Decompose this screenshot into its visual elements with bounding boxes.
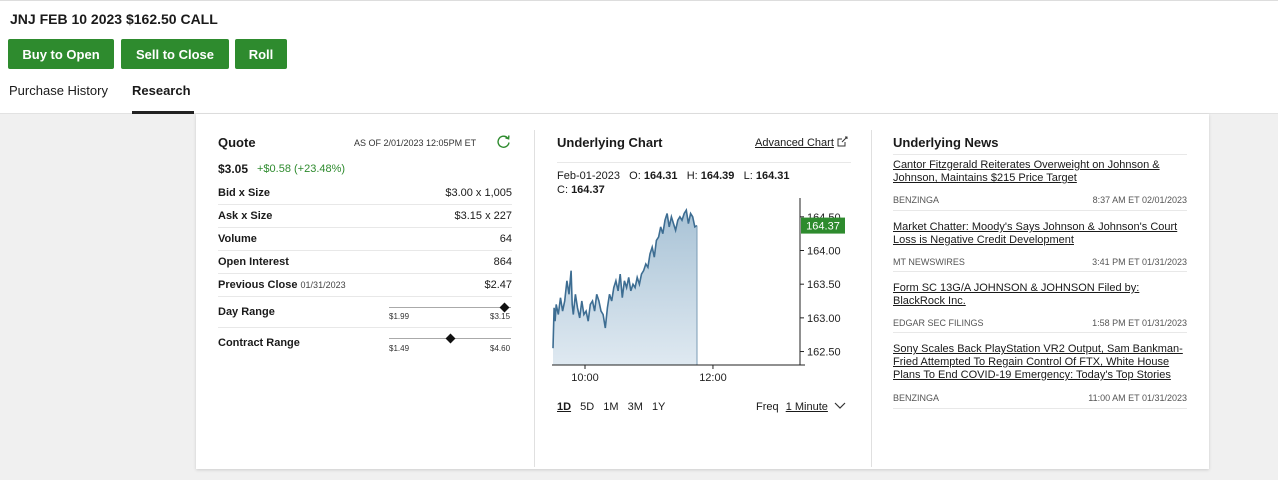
range-3m[interactable]: 3M [628, 401, 643, 413]
range-1m[interactable]: 1M [603, 401, 618, 413]
external-link-icon [837, 136, 848, 147]
contract-range-high: $4.60 [490, 344, 511, 353]
high-label: H: [686, 170, 698, 182]
day-range-high: $3.15 [490, 312, 511, 321]
close-value: 164.37 [571, 184, 605, 196]
quote-row-label: Open Interest [218, 256, 289, 268]
quote-as-of: AS OF 2/01/2023 12:05PM ET [354, 138, 477, 148]
news-header-separator [893, 154, 1187, 155]
chart-date: Feb-01-2023 [557, 170, 620, 182]
frequency-selector[interactable]: Freq 1 Minute [756, 401, 846, 413]
news-time: 1:58 PM ET 01/31/2023 [1092, 318, 1187, 328]
chart-ohlc: Feb-01-2023 O: 164.31 H: 164.39 L: 164.3… [557, 169, 817, 197]
quote-row-value: 64 [499, 233, 512, 245]
news-item[interactable]: Sony Scales Back PlayStation VR2 Output,… [893, 343, 1187, 382]
advanced-chart-link[interactable]: Advanced Chart [755, 136, 848, 149]
price-area [553, 210, 697, 365]
y-tick-label: 163.00 [807, 313, 841, 325]
buy-to-open-button[interactable]: Buy to Open [8, 39, 114, 69]
x-tick-label: 10:00 [571, 372, 599, 384]
advanced-chart-label[interactable]: Advanced Chart [755, 137, 834, 149]
range-1y[interactable]: 1Y [652, 401, 665, 413]
news-title: Underlying News [893, 135, 999, 150]
quote-price: $3.05 [218, 162, 249, 176]
day-range-low: $1.99 [389, 312, 410, 321]
news-separator [893, 271, 1187, 272]
y-tick-label: 164.00 [807, 246, 841, 258]
low-value: 164.31 [755, 170, 790, 182]
day-range-track [389, 307, 511, 308]
quote-row-value: 864 [493, 256, 512, 268]
news-source: EDGAR SEC FILINGS [893, 318, 984, 328]
chart-header-separator [557, 162, 851, 163]
chevron-down-icon[interactable] [834, 402, 846, 410]
column-divider [871, 130, 872, 467]
quote-row-label: Bid x Size [218, 187, 270, 199]
high-value: 164.39 [700, 170, 735, 182]
tab-purchase-history[interactable]: Purchase History [9, 83, 108, 98]
range-5d[interactable]: 5D [580, 401, 594, 413]
x-tick-label: 12:00 [699, 372, 727, 384]
quote-row-label: Previous Close 01/31/2023 [218, 279, 346, 291]
quote-row-label: Ask x Size [218, 210, 273, 222]
order-header: JNJ FEB 10 2023 $162.50 CALL Buy to Open… [0, 0, 1278, 114]
news-item[interactable]: Form SC 13G/A JOHNSON & JOHNSON Filed by… [893, 282, 1187, 308]
refresh-icon[interactable] [496, 134, 511, 149]
y-tick-label: 163.50 [807, 279, 841, 291]
news-headline[interactable]: Cantor Fitzgerald Reiterates Overweight … [893, 159, 1187, 185]
current-price-badge-label: 164.37 [806, 221, 840, 233]
quote-row-open-interest: Open Interest 864 [218, 251, 512, 274]
open-label: O: [629, 170, 641, 182]
news-separator [893, 332, 1187, 333]
quote-row-label: Volume [218, 233, 257, 245]
news-item[interactable]: Market Chatter: Moody's Says Johnson & J… [893, 221, 1187, 247]
column-divider [534, 130, 535, 467]
freq-value[interactable]: 1 Minute [786, 401, 828, 413]
quote-row-value: $2.47 [484, 279, 512, 291]
research-panel: Quote AS OF 2/01/2023 12:05PM ET $3.05 +… [196, 114, 1209, 469]
close-label: C: [557, 184, 568, 196]
range-1d[interactable]: 1D [557, 401, 571, 413]
quote-row-value: $3.00 x 1,005 [445, 187, 512, 199]
news-item[interactable]: Cantor Fitzgerald Reiterates Overweight … [893, 159, 1187, 185]
news-time: 3:41 PM ET 01/31/2023 [1092, 257, 1187, 267]
quote-row-previous-close: Previous Close 01/31/2023 $2.47 [218, 274, 512, 297]
quote-row-ask-size: Ask x Size $3.15 x 227 [218, 205, 512, 228]
contract-range-low: $1.49 [389, 344, 410, 353]
quote-change: +$0.58 (+23.48%) [257, 163, 346, 175]
news-source: MT NEWSWIRES [893, 257, 965, 267]
previous-close-date: 01/31/2023 [300, 280, 346, 290]
underlying-price-chart[interactable]: 164.50164.00163.50163.00162.5010:0012:00… [552, 198, 852, 393]
chart-title: Underlying Chart [557, 135, 663, 150]
news-source: BENZINGA [893, 393, 940, 403]
low-label: L: [743, 170, 753, 182]
open-value: 164.31 [643, 170, 678, 182]
quote-row-value: $3.15 x 227 [454, 210, 513, 222]
page-title: JNJ FEB 10 2023 $162.50 CALL [10, 11, 218, 27]
active-tab-indicator [132, 111, 194, 114]
contract-range-label: Contract Range [218, 337, 300, 349]
news-headline[interactable]: Sony Scales Back PlayStation VR2 Output,… [893, 343, 1187, 382]
freq-label: Freq [756, 401, 779, 413]
quote-title: Quote [218, 135, 256, 150]
contract-range-marker [445, 333, 455, 344]
news-separator [893, 408, 1187, 409]
news-time: 8:37 AM ET 02/01/2023 [1092, 195, 1187, 205]
day-range-label: Day Range [218, 306, 275, 318]
tab-research[interactable]: Research [132, 83, 191, 98]
news-time: 11:00 AM ET 01/31/2023 [1088, 393, 1187, 403]
day-range-row: Day Range [218, 297, 512, 328]
chart-range-selector: 1D 5D 1M 3M 1Y [557, 401, 665, 413]
news-headline[interactable]: Market Chatter: Moody's Says Johnson & J… [893, 221, 1187, 247]
news-source: BENZINGA [893, 195, 940, 205]
news-separator [893, 210, 1187, 211]
previous-close-label: Previous Close [218, 279, 298, 291]
quote-row-volume: Volume 64 [218, 228, 512, 251]
quote-row-bid-size: Bid x Size $3.00 x 1,005 [218, 182, 512, 205]
sell-to-close-button[interactable]: Sell to Close [121, 39, 229, 69]
y-tick-label: 162.50 [807, 347, 841, 359]
news-headline[interactable]: Form SC 13G/A JOHNSON & JOHNSON Filed by… [893, 282, 1187, 308]
roll-button[interactable]: Roll [235, 39, 287, 69]
